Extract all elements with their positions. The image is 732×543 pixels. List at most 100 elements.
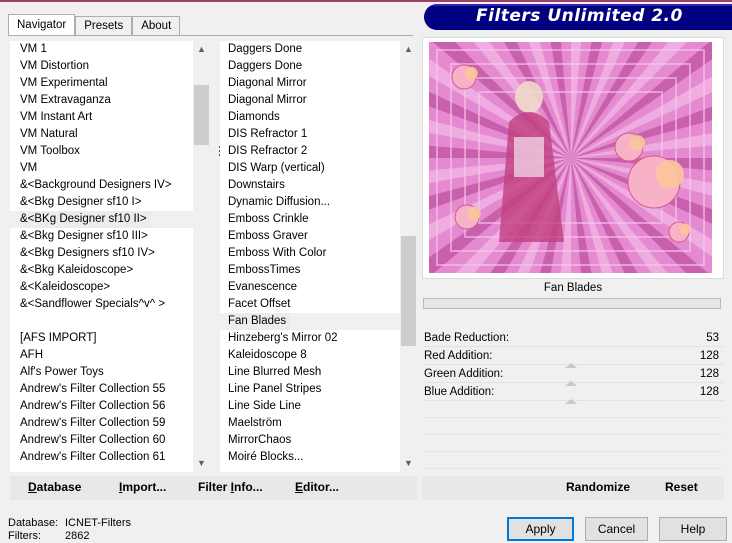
filter-item[interactable]: DIS Warp (vertical) (220, 160, 417, 177)
filter-item[interactable]: Emboss Graver (220, 228, 417, 245)
tab-presets[interactable]: Presets (75, 16, 133, 36)
randomize-button[interactable]: Randomize (566, 480, 630, 494)
filter-item[interactable]: Line Panel Stripes (220, 381, 417, 398)
filter-item[interactable]: Emboss With Color (220, 245, 417, 262)
filter-item-label: Emboss Graver (228, 230, 308, 242)
editor-button[interactable]: Editor... (295, 480, 339, 494)
filter-item[interactable]: Facet Offset (220, 296, 417, 313)
category-item[interactable]: Andrew's Filter Collection 60 (10, 432, 210, 449)
filter-item[interactable]: Diagonal Mirror (220, 92, 417, 109)
param-row-empty (422, 401, 724, 418)
import-button[interactable]: Import... (119, 480, 166, 494)
database-button[interactable]: Database (28, 480, 81, 494)
tab-navigator[interactable]: Navigator (8, 14, 76, 36)
apply-button[interactable]: Apply (507, 517, 574, 541)
category-item-label: &<Bkg Designer sf10 I> (20, 196, 142, 208)
filter-item[interactable]: Hinzeberg's Mirror 02 (220, 330, 417, 347)
selected-filter-name: Fan Blades (543, 282, 603, 294)
category-item-label: &<Sandflower Specials^v^ > (20, 298, 166, 310)
category-scroll-thumb[interactable] (194, 84, 209, 145)
filter-item[interactable]: Line Side Line (220, 398, 417, 415)
filter-item[interactable]: Fan Blades (220, 313, 417, 330)
filter-item[interactable]: Daggers Done (220, 58, 417, 75)
category-scrollbar[interactable]: ▲ ▼ (193, 41, 210, 472)
filter-info-button[interactable]: Filter Info... (198, 480, 263, 494)
param-row[interactable]: Red Addition: 128 (422, 347, 724, 368)
preview-image[interactable] (429, 42, 712, 273)
filter-item[interactable]: Emboss Crinkle (220, 211, 417, 228)
filter-item[interactable]: Maelström (220, 415, 417, 432)
category-item-label: &<Background Designers IV> (20, 179, 172, 191)
category-item[interactable]: VM Distortion (10, 58, 210, 75)
category-item-label: [AFS IMPORT] (20, 332, 97, 344)
filter-item[interactable]: DIS Refractor 2 (220, 143, 417, 160)
category-item[interactable]: [AFS IMPORT] (10, 330, 210, 347)
category-item[interactable]: VM Toolbox (10, 143, 210, 160)
category-item[interactable]: &<Kaleidoscope> (10, 279, 210, 296)
category-list[interactable]: VM 1 VM Distortion VM Experimental VM Extra… (10, 41, 210, 472)
category-item[interactable]: Andrew's Filter Collection 61 (10, 449, 210, 466)
cancel-button[interactable]: Cancel (585, 517, 648, 541)
import-button-rest: mport... (122, 480, 167, 494)
scroll-down-icon[interactable]: ▼ (193, 455, 210, 472)
scroll-down-icon[interactable]: ▼ (400, 455, 417, 472)
filter-scroll-thumb[interactable] (401, 235, 416, 346)
category-item[interactable]: AFH (10, 347, 210, 364)
param-row[interactable]: Blue Addition: 128 (422, 383, 724, 404)
reset-button[interactable]: Reset (665, 480, 698, 494)
filter-item-label: Hinzeberg's Mirror 02 (228, 332, 338, 344)
filter-item[interactable]: Kaleidoscope 8 (220, 347, 417, 364)
param-row[interactable]: Bade Reduction: 53 (422, 329, 724, 347)
category-item-label: VM Instant Art (20, 111, 93, 123)
progress-bar (423, 298, 721, 309)
category-item[interactable]: &<Bkg Designer sf10 III> (10, 228, 210, 245)
filter-list[interactable]: Daggers Done Daggers Done Diagonal Mirror D… (220, 41, 417, 472)
filter-item[interactable]: MirrorChaos (220, 432, 417, 449)
category-item[interactable]: &<Bkg Designers sf10 IV> (10, 245, 210, 262)
filter-item[interactable]: DIS Refractor 1 (220, 126, 417, 143)
filter-item[interactable]: Downstairs (220, 177, 417, 194)
param-row[interactable]: Green Addition: 128 (422, 365, 724, 386)
category-item[interactable] (10, 313, 210, 330)
filter-item[interactable]: EmbossTimes (220, 262, 417, 279)
category-item-label: Andrew's Filter Collection 56 (20, 400, 166, 412)
filter-item[interactable]: Diagonal Mirror (220, 75, 417, 92)
category-item[interactable]: Andrew's Filter Collection 55 (10, 381, 210, 398)
category-item[interactable]: &<Background Designers IV> (10, 177, 210, 194)
category-item[interactable]: VM Experimental (10, 75, 210, 92)
filter-item-label: Daggers Done (228, 60, 303, 72)
category-item[interactable]: &<Bkg Kaleidoscope> (10, 262, 210, 279)
category-item[interactable]: &<Bkg Designer sf10 I> (10, 194, 210, 211)
category-item[interactable]: Andrew's Filter Collection 56 (10, 398, 210, 415)
category-item-label: VM Extravaganza (20, 94, 111, 106)
param-label: Bade Reduction: (424, 332, 510, 344)
category-item-label: VM Natural (20, 128, 78, 140)
filter-item[interactable]: Moiré Blocks... (220, 449, 417, 466)
filter-item[interactable]: Diamonds (220, 109, 417, 126)
filter-item[interactable]: Dynamic Diffusion... (220, 194, 417, 211)
category-item[interactable]: VM 1 (10, 41, 210, 58)
scroll-up-icon[interactable]: ▲ (193, 41, 210, 58)
help-button[interactable]: Help (659, 517, 727, 541)
filter-scrollbar[interactable]: ▲ ▼ (400, 41, 417, 472)
category-item-label: &<BKg Designer sf10 II> (20, 211, 151, 228)
category-item[interactable]: VM Natural (10, 126, 210, 143)
flower-decoration (629, 135, 646, 151)
param-row-empty (422, 418, 724, 435)
category-item[interactable]: VM Instant Art (10, 109, 210, 126)
param-value: 53 (706, 332, 719, 344)
category-item[interactable]: Alf's Power Toys (10, 364, 210, 381)
filter-item-label: MirrorChaos (228, 434, 292, 446)
tab-about[interactable]: About (132, 16, 181, 36)
top-accent-strip (0, 0, 732, 2)
category-item-label: Andrew's Filter Collection 60 (20, 434, 166, 446)
filter-item[interactable]: Daggers Done (220, 41, 417, 58)
category-item[interactable]: Andrew's Filter Collection 59 (10, 415, 210, 432)
filter-item[interactable]: Evanescence (220, 279, 417, 296)
category-item[interactable]: &<BKg Designer sf10 II> (10, 211, 210, 228)
scroll-up-icon[interactable]: ▲ (400, 41, 417, 58)
category-item[interactable]: &<Sandflower Specials^v^ > (10, 296, 210, 313)
category-item[interactable]: VM (10, 160, 210, 177)
filter-item[interactable]: Line Blurred Mesh (220, 364, 417, 381)
category-item[interactable]: VM Extravaganza (10, 92, 210, 109)
